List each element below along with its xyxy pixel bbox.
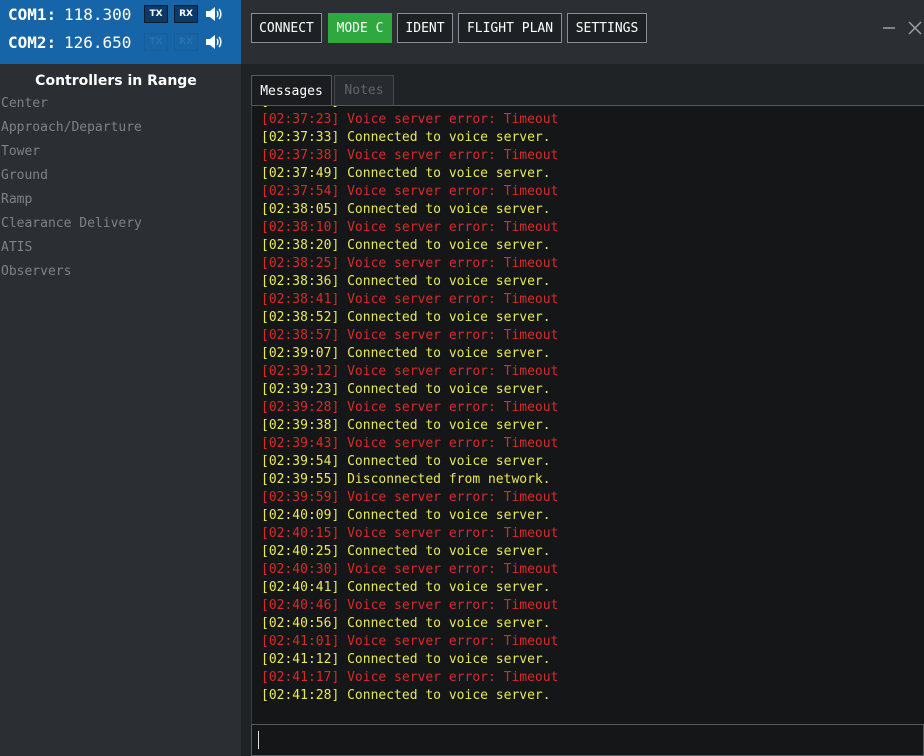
text-caret — [258, 731, 259, 749]
log-line: [02:41:01] Voice server error: Timeout — [261, 634, 559, 649]
sidebar-item-tower[interactable]: Tower — [1, 144, 40, 159]
log-line: [02:39:59] Voice server error: Timeout — [261, 490, 559, 505]
log-line: [02:40:46] Voice server error: Timeout — [261, 598, 559, 613]
log-line: [02:38:10] Voice server error: Timeout — [261, 220, 559, 235]
com1-row: COM1: 118.300 TX RX — [8, 3, 224, 25]
message-input[interactable] — [251, 724, 924, 756]
sidebar-item-atis[interactable]: ATIS — [1, 240, 32, 255]
tab-messages[interactable]: Messages — [251, 75, 332, 106]
controllers-sidebar: Controllers in Range Center Approach/Dep… — [0, 64, 241, 756]
speaker-icon[interactable] — [204, 33, 224, 51]
ident-button[interactable]: IDENT — [397, 13, 453, 43]
log-line: [02:37:23] Voice server error: Timeout — [261, 112, 559, 127]
sidebar-title: Controllers in Range — [35, 73, 197, 89]
log-line: [02:37:38] Voice server error: Timeout — [261, 148, 559, 163]
speaker-icon[interactable] — [204, 5, 224, 23]
com2-row: COM2: 126.650 TX RX — [8, 31, 224, 53]
log-line: [02:41:17] Voice server error: Timeout — [261, 670, 559, 685]
log-line: [02:37:49] Connected to voice server. — [261, 166, 551, 181]
com1-frequency[interactable]: 118.300 — [64, 5, 144, 24]
log-line: [02:40:41] Connected to voice server. — [261, 580, 551, 595]
log-line: [02:38:05] Connected to voice server. — [261, 202, 551, 217]
sidebar-item-observers[interactable]: Observers — [1, 264, 71, 279]
log-line: [02:40:25] Connected to voice server. — [261, 544, 551, 559]
com-panel: COM1: 118.300 TX RX COM2: 126.650 TX RX — [0, 0, 241, 64]
log-line: [02:38:25] Voice server error: Timeout — [261, 256, 559, 271]
log-line: [02:39:23] Connected to voice server. — [261, 382, 551, 397]
sidebar-item-center[interactable]: Center — [1, 96, 48, 111]
log-line: [02:39:54] Connected to voice server. — [261, 454, 551, 469]
sidebar-item-ground[interactable]: Ground — [1, 168, 48, 183]
log-line: [02:37:18] Connected to voice server. — [261, 106, 551, 109]
log-line: [02:41:12] Connected to voice server. — [261, 652, 551, 667]
mode-c-button[interactable]: MODE C — [328, 13, 392, 43]
com2-label: COM2: — [8, 32, 57, 52]
log-line: [02:39:55] Disconnected from network. — [261, 472, 551, 487]
connect-button[interactable]: CONNECT — [251, 13, 322, 43]
log-line: [02:38:52] Connected to voice server. — [261, 310, 551, 325]
log-line: [02:40:15] Voice server error: Timeout — [261, 526, 559, 541]
com1-rx-button[interactable]: RX — [174, 5, 198, 23]
log-line: [02:38:41] Voice server error: Timeout — [261, 292, 559, 307]
flight-plan-button[interactable]: FLIGHT PLAN — [458, 13, 562, 43]
minimize-icon[interactable] — [880, 17, 898, 39]
log-line: [02:39:38] Connected to voice server. — [261, 418, 551, 433]
message-log[interactable]: [02:37:18] Connected to voice server. [02… — [251, 105, 924, 724]
com2-rx-button[interactable]: RX — [174, 33, 198, 51]
log-line: [02:40:30] Voice server error: Timeout — [261, 562, 559, 577]
top-toolbar: CONNECT MODE C IDENT FLIGHT PLAN SETTING… — [241, 0, 924, 64]
settings-button[interactable]: SETTINGS — [567, 13, 647, 43]
main-panel: Messages Notes [02:37:18] Connected to v… — [241, 64, 924, 756]
log-line: [02:39:43] Voice server error: Timeout — [261, 436, 559, 451]
log-line: [02:37:33] Connected to voice server. — [261, 130, 551, 145]
log-line: [02:40:56] Connected to voice server. — [261, 616, 551, 631]
log-line: [02:39:28] Voice server error: Timeout — [261, 400, 559, 415]
log-line: [02:38:36] Connected to voice server. — [261, 274, 551, 289]
com2-frequency[interactable]: 126.650 — [64, 33, 144, 52]
log-line: [02:40:09] Connected to voice server. — [261, 508, 551, 523]
close-icon[interactable] — [906, 17, 924, 39]
tab-notes[interactable]: Notes — [334, 75, 394, 105]
log-line: [02:37:54] Voice server error: Timeout — [261, 184, 559, 199]
sidebar-item-clearance-delivery[interactable]: Clearance Delivery — [1, 216, 142, 231]
sidebar-item-ramp[interactable]: Ramp — [1, 192, 32, 207]
log-line: [02:39:12] Voice server error: Timeout — [261, 364, 559, 379]
log-line: [02:39:07] Connected to voice server. — [261, 346, 551, 361]
sidebar-item-approach-departure[interactable]: Approach/Departure — [1, 120, 142, 135]
log-line: [02:41:28] Connected to voice server. — [261, 688, 551, 703]
log-line: [02:38:20] Connected to voice server. — [261, 238, 551, 253]
com1-tx-button[interactable]: TX — [144, 5, 168, 23]
log-line: [02:38:57] Voice server error: Timeout — [261, 328, 559, 343]
com1-label: COM1: — [8, 4, 57, 24]
com2-tx-button[interactable]: TX — [144, 33, 168, 51]
